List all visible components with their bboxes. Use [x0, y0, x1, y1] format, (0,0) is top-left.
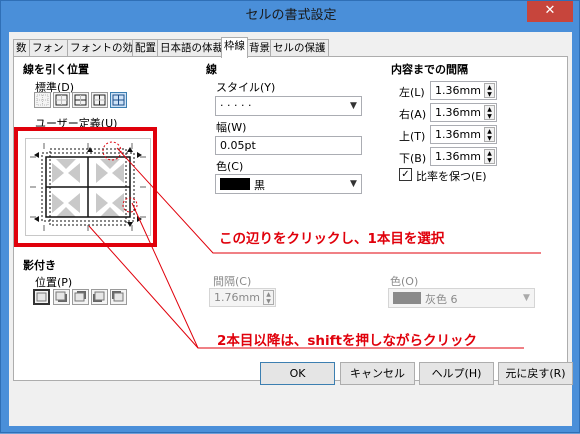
- preset-outer-vertical-button[interactable]: [91, 92, 108, 108]
- preset-outer-horizontal-button[interactable]: [72, 92, 89, 108]
- style-value: · · · · ·: [220, 99, 252, 112]
- color-swatch: [220, 178, 250, 190]
- shadow-bottom-right-icon: [55, 291, 67, 302]
- line-arrangement-heading: 線を引く位置: [23, 63, 89, 76]
- shadow-color-select[interactable]: 灰色 6 ▼: [388, 288, 535, 308]
- shadow-top-left-icon: [112, 291, 124, 302]
- shadow-position-label: 位置(P): [35, 276, 73, 289]
- width-field[interactable]: 0.05pt: [215, 136, 362, 155]
- cancel-button[interactable]: キャンセル: [340, 362, 415, 385]
- chevron-down-icon: ▼: [350, 179, 357, 189]
- width-label: 幅(W): [216, 121, 247, 134]
- padding-top-spinner[interactable]: 1.36mm ▲ ▼: [430, 125, 497, 144]
- padding-top-label: 上(T): [399, 130, 426, 143]
- spin-arrows-icon[interactable]: ▲ ▼: [263, 290, 274, 305]
- keep-ratio-label: 比率を保つ(E): [416, 170, 487, 183]
- shadow-bottom-left-icon: [93, 291, 105, 302]
- format-cells-dialog: セルの書式設定 ✕ 数 フォント フォントの効果 配置 日本語の体裁 枠線 背景…: [0, 0, 580, 433]
- padding-left-value: 1.36mm: [435, 84, 481, 97]
- dialog-title: セルの書式設定: [245, 8, 337, 23]
- preset-no-borders-button[interactable]: [34, 92, 51, 108]
- tab-cell-protection[interactable]: セルの保護: [270, 39, 329, 57]
- padding-right-label: 右(A): [399, 108, 427, 121]
- spin-arrows-icon[interactable]: ▲ ▼: [484, 83, 495, 98]
- preset-all-borders-button[interactable]: [110, 92, 127, 108]
- shadow-color-label: 色(O): [390, 275, 419, 288]
- spin-arrows-icon[interactable]: ▲ ▼: [484, 105, 495, 120]
- tab-alignment[interactable]: 配置: [132, 39, 159, 57]
- padding-left-spinner[interactable]: 1.36mm ▲ ▼: [430, 81, 497, 100]
- chevron-down-icon: ▼: [350, 101, 357, 111]
- keep-ratio-checkbox[interactable]: ✓: [399, 168, 412, 181]
- user-defined-border-area[interactable]: [25, 138, 151, 236]
- tab-borders[interactable]: 枠線: [221, 37, 248, 58]
- shadow-distance-label: 間隔(C): [213, 275, 252, 288]
- outer-inner-vertical-icon: [93, 94, 106, 106]
- no-borders-icon: [36, 94, 49, 106]
- padding-bottom-label: 下(B): [399, 152, 427, 165]
- padding-top-value: 1.36mm: [435, 128, 481, 141]
- line-heading: 線: [206, 63, 217, 76]
- outer-border-icon: [55, 94, 68, 106]
- color-label: 色(C): [216, 160, 244, 173]
- spin-arrows-icon[interactable]: ▲ ▼: [484, 149, 495, 164]
- shadow-bottom-right-button[interactable]: [53, 289, 70, 305]
- help-button[interactable]: ヘルプ(H): [419, 362, 494, 385]
- padding-bottom-spinner[interactable]: 1.36mm ▲ ▼: [430, 147, 497, 166]
- annotation-second: 2本目以降は、shiftを押しながらクリック: [217, 333, 477, 349]
- shadow-color-swatch: [393, 292, 421, 304]
- no-shadow-icon: [36, 292, 47, 302]
- close-button[interactable]: ✕: [527, 1, 573, 22]
- shadow-color-value: 灰色 6: [425, 293, 458, 306]
- shadow-top-right-icon: [74, 291, 86, 302]
- padding-bottom-value: 1.36mm: [435, 150, 481, 163]
- tab-asian-typography[interactable]: 日本語の体裁: [157, 39, 226, 57]
- preset-outer-button[interactable]: [53, 92, 70, 108]
- tab-numbers[interactable]: 数: [13, 39, 30, 57]
- style-select[interactable]: · · · · · ▼: [215, 96, 362, 116]
- shadow-distance-spinner[interactable]: 1.76mm ▲ ▼: [209, 288, 276, 307]
- shadow-distance-value: 1.76mm: [214, 291, 260, 304]
- shadow-top-left-button[interactable]: [110, 289, 127, 305]
- color-select[interactable]: 黒 ▼: [215, 174, 362, 194]
- shadow-bottom-left-button[interactable]: [91, 289, 108, 305]
- border-preview: [30, 141, 146, 231]
- spin-arrows-icon[interactable]: ▲ ▼: [484, 127, 495, 142]
- shadow-heading: 影付き: [23, 259, 56, 272]
- outer-inner-horizontal-icon: [74, 94, 87, 106]
- tab-background[interactable]: 背景: [246, 39, 273, 57]
- style-label: スタイル(Y): [216, 81, 276, 94]
- annotation-first: この辺りをクリックし、1本目を選択: [219, 231, 445, 247]
- padding-right-spinner[interactable]: 1.36mm ▲ ▼: [430, 103, 497, 122]
- color-value: 黒: [254, 179, 265, 192]
- padding-left-label: 左(L): [399, 86, 425, 99]
- width-value: 0.05pt: [220, 139, 256, 152]
- shadow-none-button[interactable]: [33, 289, 50, 305]
- all-borders-icon: [112, 94, 125, 106]
- ok-button[interactable]: OK: [260, 362, 335, 385]
- reset-button[interactable]: 元に戻す(R): [498, 362, 573, 385]
- chevron-down-icon: ▼: [523, 293, 530, 303]
- padding-right-value: 1.36mm: [435, 106, 481, 119]
- padding-heading: 内容までの間隔: [391, 63, 468, 76]
- shadow-top-right-button[interactable]: [72, 289, 89, 305]
